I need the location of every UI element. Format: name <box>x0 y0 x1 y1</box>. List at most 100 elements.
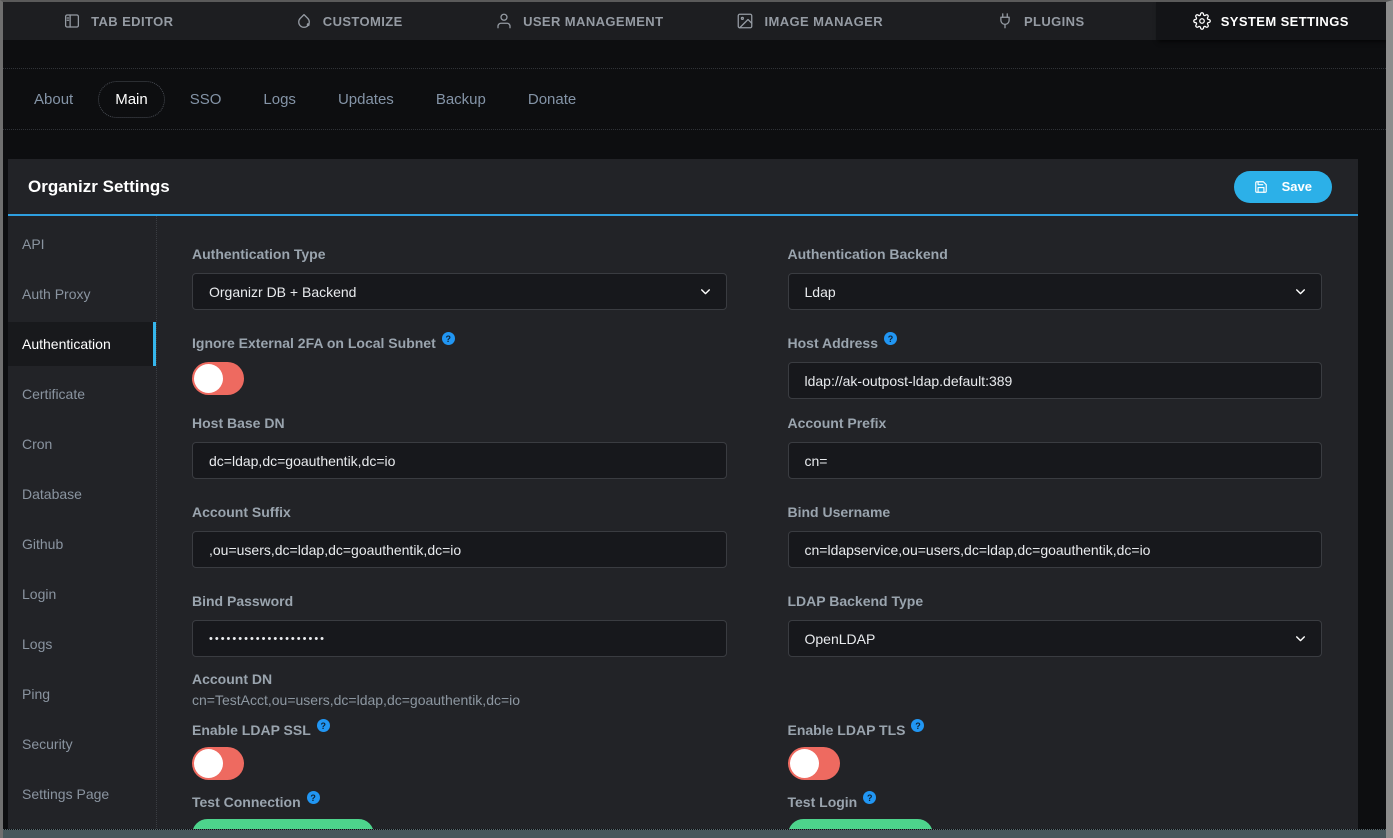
organizr-settings-screen: TAB EDITOR CUSTOMIZE USER MANAGEMENT IMA… <box>0 0 1393 838</box>
authentication-backend-select[interactable]: Ldap <box>788 273 1323 310</box>
sidebar-item-logs[interactable]: Logs <box>8 622 156 666</box>
account-suffix-input[interactable] <box>192 531 727 568</box>
account-dn-value: cn=TestAcct,ou=users,dc=ldap,dc=goauthen… <box>192 692 727 708</box>
sidebar-item-api[interactable]: API <box>8 222 156 266</box>
field-host-base-dn: Host Base DN <box>192 415 727 479</box>
nav-customize[interactable]: CUSTOMIZE <box>234 2 465 40</box>
toggle-knob <box>194 364 223 393</box>
field-host-address: Host Address ? <box>788 335 1323 399</box>
field-label: Enable LDAP TLS <box>788 722 906 738</box>
sidebar-item-ping[interactable]: Ping <box>8 672 156 716</box>
sidebar-item-login[interactable]: Login <box>8 572 156 616</box>
save-icon <box>1254 180 1268 194</box>
chevron-down-icon <box>1294 632 1307 645</box>
test-login-button[interactable]: Test Login <box>788 819 934 829</box>
ldap-backend-type-select[interactable]: OpenLDAP <box>788 620 1323 657</box>
field-label: Test Login <box>788 794 858 810</box>
sidebar-item-settings-page[interactable]: Settings Page <box>8 772 156 816</box>
sidebar-item-cron[interactable]: Cron <box>8 422 156 466</box>
page-content: TAB EDITOR CUSTOMIZE USER MANAGEMENT IMA… <box>3 2 1386 830</box>
bind-username-input[interactable] <box>788 531 1323 568</box>
save-button[interactable]: Save <box>1234 171 1332 203</box>
field-test-login: Test Login ? Test Login <box>788 794 1323 829</box>
sidebar-item-certificate[interactable]: Certificate <box>8 372 156 416</box>
panel-body: API Auth Proxy Authentication Certificat… <box>8 216 1358 829</box>
bind-password-input[interactable] <box>192 620 727 657</box>
page-title: Organizr Settings <box>28 177 170 197</box>
ignore-2fa-toggle[interactable] <box>192 362 244 395</box>
organizr-settings-panel: Organizr Settings Save API Auth Proxy Au… <box>8 159 1358 829</box>
test-login-button-label: Test Login <box>845 827 910 829</box>
select-value: Organizr DB + Backend <box>209 284 356 300</box>
help-icon[interactable]: ? <box>863 791 876 804</box>
subtab-updates[interactable]: Updates <box>321 81 411 118</box>
sidebar-item-auth-proxy[interactable]: Auth Proxy <box>8 272 156 316</box>
field-account-prefix: Account Prefix <box>788 415 1323 479</box>
settings-sidebar: API Auth Proxy Authentication Certificat… <box>8 216 157 829</box>
panel-header: Organizr Settings Save <box>8 159 1358 216</box>
sidebar-item-database[interactable]: Database <box>8 472 156 516</box>
field-enable-ldap-ssl: Enable LDAP SSL ? <box>192 722 727 780</box>
subtab-donate[interactable]: Donate <box>511 81 593 118</box>
field-test-connection: Test Connection ? Test Connection <box>192 794 727 829</box>
select-value: OpenLDAP <box>805 631 876 647</box>
flask-icon <box>216 828 229 829</box>
help-icon[interactable]: ? <box>442 332 455 345</box>
test-connection-button[interactable]: Test Connection <box>192 819 374 829</box>
enable-ldap-ssl-toggle[interactable] <box>192 747 244 780</box>
nav-label: SYSTEM SETTINGS <box>1221 14 1349 29</box>
field-label: Authentication Backend <box>788 246 948 262</box>
subtab-sso[interactable]: SSO <box>173 81 239 118</box>
sidebar-item-github[interactable]: Github <box>8 522 156 566</box>
customize-icon <box>295 12 313 30</box>
nav-label: USER MANAGEMENT <box>523 14 663 29</box>
field-bind-username: Bind Username <box>788 504 1323 568</box>
field-label: Test Connection <box>192 794 301 810</box>
tab-editor-icon <box>63 12 81 30</box>
authentication-type-select[interactable]: Organizr DB + Backend <box>192 273 727 310</box>
subtab-backup[interactable]: Backup <box>419 81 503 118</box>
field-label: Authentication Type <box>192 246 326 262</box>
host-address-input[interactable] <box>788 362 1323 399</box>
nav-plugins[interactable]: PLUGINS <box>925 2 1156 40</box>
spacer <box>788 671 1323 722</box>
nav-label: IMAGE MANAGER <box>764 14 883 29</box>
subtab-about[interactable]: About <box>17 81 90 118</box>
toggle-knob <box>790 749 819 778</box>
flask-icon <box>812 828 825 829</box>
nav-system-settings[interactable]: SYSTEM SETTINGS <box>1156 2 1387 40</box>
field-label: Host Address <box>788 335 879 351</box>
field-ldap-backend-type: LDAP Backend Type OpenLDAP <box>788 593 1323 657</box>
nav-label: TAB EDITOR <box>91 14 173 29</box>
field-label: Host Base DN <box>192 415 285 431</box>
account-prefix-input[interactable] <box>788 442 1323 479</box>
save-button-label: Save <box>1282 179 1312 194</box>
nav-user-management[interactable]: USER MANAGEMENT <box>464 2 695 40</box>
nav-image-manager[interactable]: IMAGE MANAGER <box>695 2 926 40</box>
system-settings-icon <box>1193 12 1211 30</box>
nav-tab-editor[interactable]: TAB EDITOR <box>3 2 234 40</box>
subtab-logs[interactable]: Logs <box>246 81 313 118</box>
field-account-suffix: Account Suffix <box>192 504 727 568</box>
plugins-icon <box>996 12 1014 30</box>
window-bottom-edge <box>3 830 1386 838</box>
field-authentication-type: Authentication Type Organizr DB + Backen… <box>192 246 727 310</box>
select-value: Ldap <box>805 284 836 300</box>
authentication-form: Authentication Type Organizr DB + Backen… <box>157 216 1358 829</box>
help-icon[interactable]: ? <box>884 332 897 345</box>
help-icon[interactable]: ? <box>317 719 330 732</box>
field-label: Account Prefix <box>788 415 887 431</box>
sidebar-item-authentication[interactable]: Authentication <box>8 322 156 366</box>
field-label: LDAP Backend Type <box>788 593 924 609</box>
user-management-icon <box>495 12 513 30</box>
top-navigation: TAB EDITOR CUSTOMIZE USER MANAGEMENT IMA… <box>3 2 1386 40</box>
help-icon[interactable]: ? <box>307 791 320 804</box>
subtab-main[interactable]: Main <box>98 81 165 118</box>
field-label: Enable LDAP SSL <box>192 722 311 738</box>
toggle-knob <box>194 749 223 778</box>
sidebar-item-security[interactable]: Security <box>8 722 156 766</box>
enable-ldap-tls-toggle[interactable] <box>788 747 840 780</box>
help-icon[interactable]: ? <box>911 719 924 732</box>
host-base-dn-input[interactable] <box>192 442 727 479</box>
nav-label: CUSTOMIZE <box>323 14 403 29</box>
